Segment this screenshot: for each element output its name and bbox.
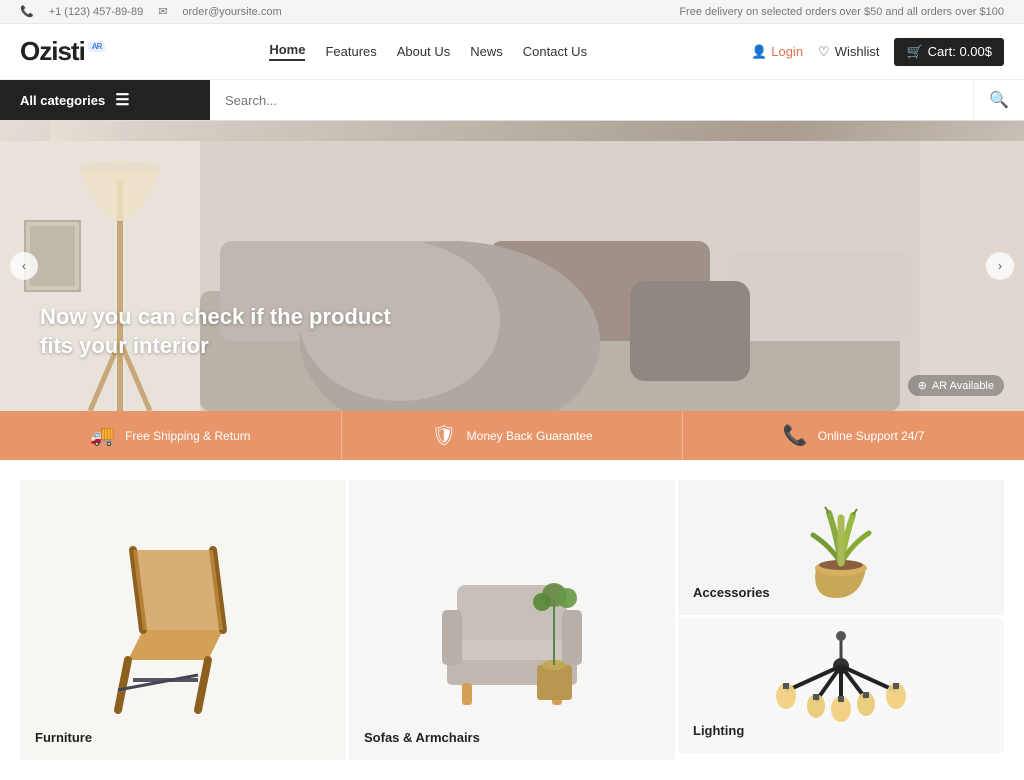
nav-contact[interactable]: Contact Us bbox=[523, 44, 587, 59]
header-actions: 👤 Login ♡ Wishlist 🛒 Cart: 0.00$ bbox=[751, 38, 1004, 66]
guarantee-label: Money Back Guarantee bbox=[467, 429, 593, 443]
category-accessories[interactable]: Accessories bbox=[678, 480, 1004, 615]
lighting-svg bbox=[766, 631, 916, 741]
cart-label: Cart: 0.00$ bbox=[928, 44, 992, 59]
accessories-svg bbox=[781, 493, 901, 603]
phone-number: +1 (123) 457-89-89 bbox=[49, 6, 143, 18]
hamburger-icon: ☰ bbox=[115, 90, 129, 110]
sofas-svg bbox=[422, 520, 602, 720]
wishlist-label: Wishlist bbox=[835, 44, 880, 59]
email-icon: ✉ bbox=[158, 5, 167, 18]
phone-icon: 📞 bbox=[20, 5, 34, 18]
nav-features[interactable]: Features bbox=[325, 44, 376, 59]
ar-label: AR Available bbox=[932, 380, 994, 392]
top-bar: 📞 +1 (123) 457-89-89 ✉ order@yoursite.co… bbox=[0, 0, 1024, 24]
furniture-svg bbox=[98, 520, 268, 720]
category-furniture[interactable]: Furniture bbox=[20, 480, 346, 760]
email-address: order@yoursite.com bbox=[182, 6, 281, 18]
nav-home[interactable]: Home bbox=[269, 42, 305, 61]
search-bar bbox=[210, 80, 973, 120]
accessories-label: Accessories bbox=[693, 585, 770, 600]
ar-available-badge: ⊕ AR Available bbox=[908, 375, 1004, 396]
login-icon: 👤 bbox=[751, 44, 767, 60]
all-categories-label: All categories bbox=[20, 93, 105, 108]
furniture-label: Furniture bbox=[35, 730, 92, 745]
search-section: All categories ☰ 🔍 bbox=[0, 80, 1024, 121]
benefit-support: 📞 Online Support 24/7 bbox=[683, 411, 1024, 460]
ar-badge: AR bbox=[88, 41, 106, 52]
support-label: Online Support 24/7 bbox=[818, 429, 925, 443]
login-button[interactable]: 👤 Login bbox=[751, 44, 803, 60]
benefit-money-back: 🛡 Money Back Guarantee bbox=[342, 411, 684, 460]
header: Ozisti AR Home Features About Us News Co… bbox=[0, 24, 1024, 80]
logo[interactable]: Ozisti AR bbox=[20, 36, 105, 67]
main-nav: Home Features About Us News Contact Us bbox=[269, 42, 587, 61]
top-bar-left: 📞 +1 (123) 457-89-89 ✉ order@yoursite.co… bbox=[20, 5, 282, 18]
heart-icon: ♡ bbox=[818, 44, 830, 60]
chevron-right-icon: › bbox=[998, 259, 1002, 273]
categories-grid: Furniture Sofas & Armchairs bbox=[0, 460, 1024, 780]
logo-text: Ozisti bbox=[20, 36, 85, 67]
cart-icon: 🛒 bbox=[906, 44, 922, 60]
login-label: Login bbox=[771, 44, 803, 59]
nav-about[interactable]: About Us bbox=[397, 44, 450, 59]
nav-news[interactable]: News bbox=[470, 44, 503, 59]
top-bar-promo: Free delivery on selected orders over $5… bbox=[679, 6, 1004, 18]
sofas-label: Sofas & Armchairs bbox=[364, 730, 480, 745]
benefits-bar: 🚚 Free Shipping & Return 🛡 Money Back Gu… bbox=[0, 411, 1024, 460]
hero-prev-button[interactable]: ‹ bbox=[10, 252, 38, 280]
hero-text-block: Now you can check if the product fits yo… bbox=[40, 302, 391, 361]
lighting-label: Lighting bbox=[693, 723, 744, 738]
benefit-shipping: 🚚 Free Shipping & Return bbox=[0, 411, 342, 460]
support-icon: 📞 bbox=[783, 423, 808, 448]
hero-title: Now you can check if the product fits yo… bbox=[40, 302, 391, 361]
category-lighting[interactable]: Lighting bbox=[678, 618, 1004, 753]
ar-icon: ⊕ bbox=[918, 379, 927, 392]
cart-button[interactable]: 🛒 Cart: 0.00$ bbox=[894, 38, 1004, 66]
hero-next-button[interactable]: › bbox=[986, 252, 1014, 280]
search-input[interactable] bbox=[225, 93, 958, 108]
wishlist-button[interactable]: ♡ Wishlist bbox=[818, 44, 879, 60]
category-sofas[interactable]: Sofas & Armchairs bbox=[349, 480, 675, 760]
all-categories-button[interactable]: All categories ☰ bbox=[0, 80, 210, 120]
chevron-left-icon: ‹ bbox=[22, 259, 26, 273]
guarantee-icon: 🛡 bbox=[431, 423, 456, 448]
hero-title-line1: Now you can check if the product bbox=[40, 304, 391, 329]
hero-section: ‹ › Now you can check if the product fit… bbox=[0, 121, 1024, 411]
shipping-label: Free Shipping & Return bbox=[125, 429, 250, 443]
search-submit-button[interactable]: 🔍 bbox=[973, 80, 1024, 120]
shipping-icon: 🚚 bbox=[90, 423, 115, 448]
hero-title-line2: fits your interior bbox=[40, 333, 209, 358]
hero-scene-svg bbox=[0, 141, 1024, 411]
